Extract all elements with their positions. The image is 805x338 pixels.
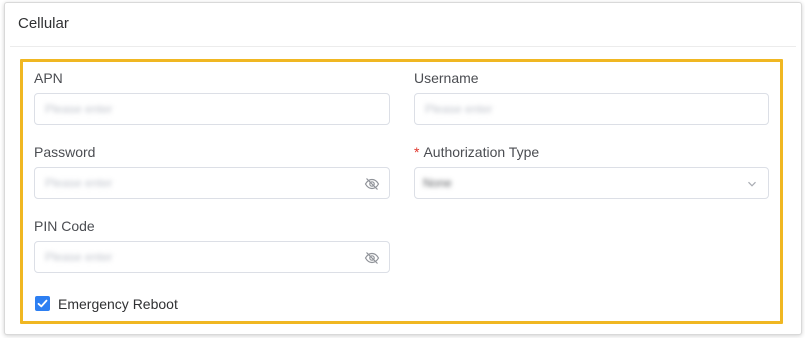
authorization-type-value: None [423, 176, 452, 190]
checkmark-icon [37, 299, 48, 308]
card-title: Cellular [18, 15, 69, 32]
username-placeholder: Please enter [425, 102, 493, 116]
eye-off-icon[interactable] [364, 176, 380, 192]
authorization-type-select[interactable]: None [414, 167, 769, 199]
password-placeholder: Please enter [45, 176, 113, 190]
username-label: Username [414, 70, 479, 86]
emergency-reboot-checkbox[interactable] [35, 296, 50, 311]
password-input[interactable]: Please enter [34, 167, 390, 199]
apn-input[interactable]: Please enter [34, 93, 390, 125]
authorization-type-label: * Authorization Type [414, 144, 539, 160]
chevron-down-icon [748, 181, 756, 187]
emergency-reboot-label: Emergency Reboot [58, 296, 178, 312]
username-input[interactable]: Please enter [414, 93, 769, 125]
pin-code-label: PIN Code [34, 218, 95, 234]
card-divider [10, 46, 796, 47]
pin-code-input[interactable]: Please enter [34, 241, 390, 273]
apn-label: APN [34, 70, 63, 86]
pin-code-placeholder: Please enter [45, 250, 113, 264]
apn-placeholder: Please enter [45, 102, 113, 116]
password-label: Password [34, 144, 96, 160]
eye-off-icon[interactable] [364, 250, 380, 266]
required-mark: * [414, 144, 420, 160]
authorization-type-label-text: Authorization Type [423, 144, 540, 160]
